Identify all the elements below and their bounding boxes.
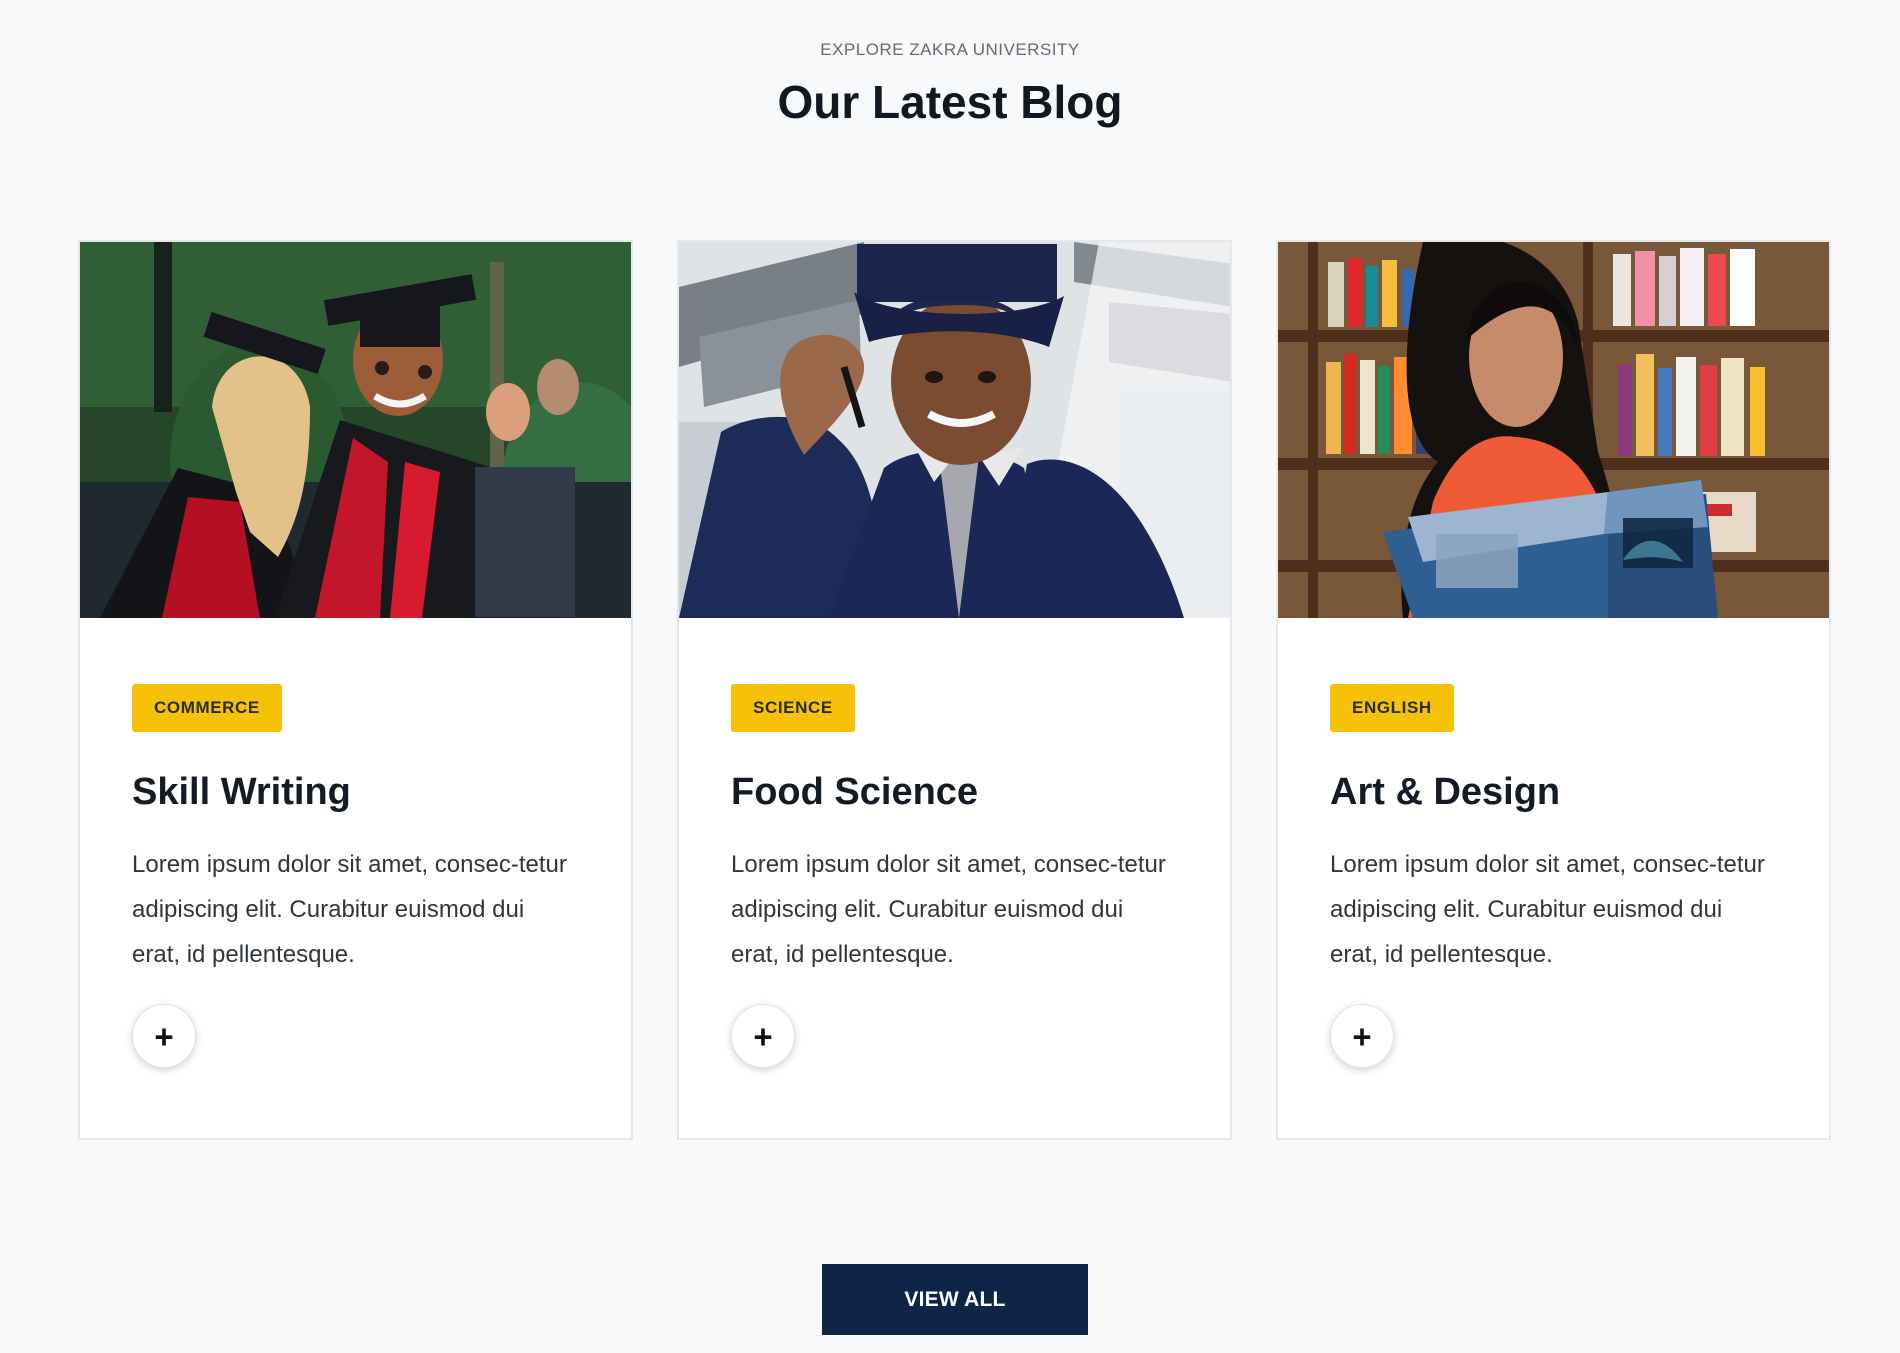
card-excerpt: Lorem ipsum dolor sit amet, consec-tetur… (731, 851, 1166, 968)
graduate-photo-illustration (679, 242, 1230, 618)
card-title[interactable]: Skill Writing (132, 768, 582, 816)
blog-card-image (1278, 242, 1829, 618)
plus-icon: + (753, 1017, 773, 1055)
card-title[interactable]: Art & Design (1330, 768, 1780, 816)
blog-card-content: ENGLISH Art & Design Lorem ipsum dolor s… (1330, 684, 1780, 977)
blog-card-image (80, 242, 631, 618)
section-kicker: EXPLORE ZAKRA UNIVERSITY (820, 40, 1080, 59)
blog-card-content: SCIENCE Food Science Lorem ipsum dolor s… (731, 684, 1181, 977)
blog-card-food-science: SCIENCE Food Science Lorem ipsum dolor s… (677, 240, 1232, 1140)
blog-card-content: COMMERCE Skill Writing Lorem ipsum dolor… (132, 684, 582, 977)
graduates-photo-illustration (80, 242, 631, 618)
card-excerpt: Lorem ipsum dolor sit amet, consec-tetur… (132, 851, 567, 968)
blog-section-header: EXPLORE ZAKRA UNIVERSITY Our Latest Blog (0, 40, 1900, 132)
view-all-button[interactable]: VIEW ALL (822, 1264, 1088, 1335)
read-more-button[interactable]: + (731, 1004, 795, 1068)
blog-card-image (679, 242, 1230, 618)
plus-icon: + (154, 1017, 174, 1055)
section-title: Our Latest Blog (777, 76, 1123, 128)
category-badge[interactable]: COMMERCE (132, 684, 282, 732)
blog-card-skill-writing: COMMERCE Skill Writing Lorem ipsum dolor… (78, 240, 633, 1140)
read-more-button[interactable]: + (132, 1004, 196, 1068)
read-more-button[interactable]: + (1330, 1004, 1394, 1068)
category-badge[interactable]: ENGLISH (1330, 684, 1454, 732)
library-reader-photo-illustration (1278, 242, 1829, 618)
card-excerpt: Lorem ipsum dolor sit amet, consec-tetur… (1330, 851, 1765, 968)
blog-cards: COMMERCE Skill Writing Lorem ipsum dolor… (78, 240, 1833, 1140)
category-badge[interactable]: SCIENCE (731, 684, 855, 732)
card-title[interactable]: Food Science (731, 768, 1181, 816)
plus-icon: + (1352, 1017, 1372, 1055)
blog-card-art-design: ENGLISH Art & Design Lorem ipsum dolor s… (1276, 240, 1831, 1140)
